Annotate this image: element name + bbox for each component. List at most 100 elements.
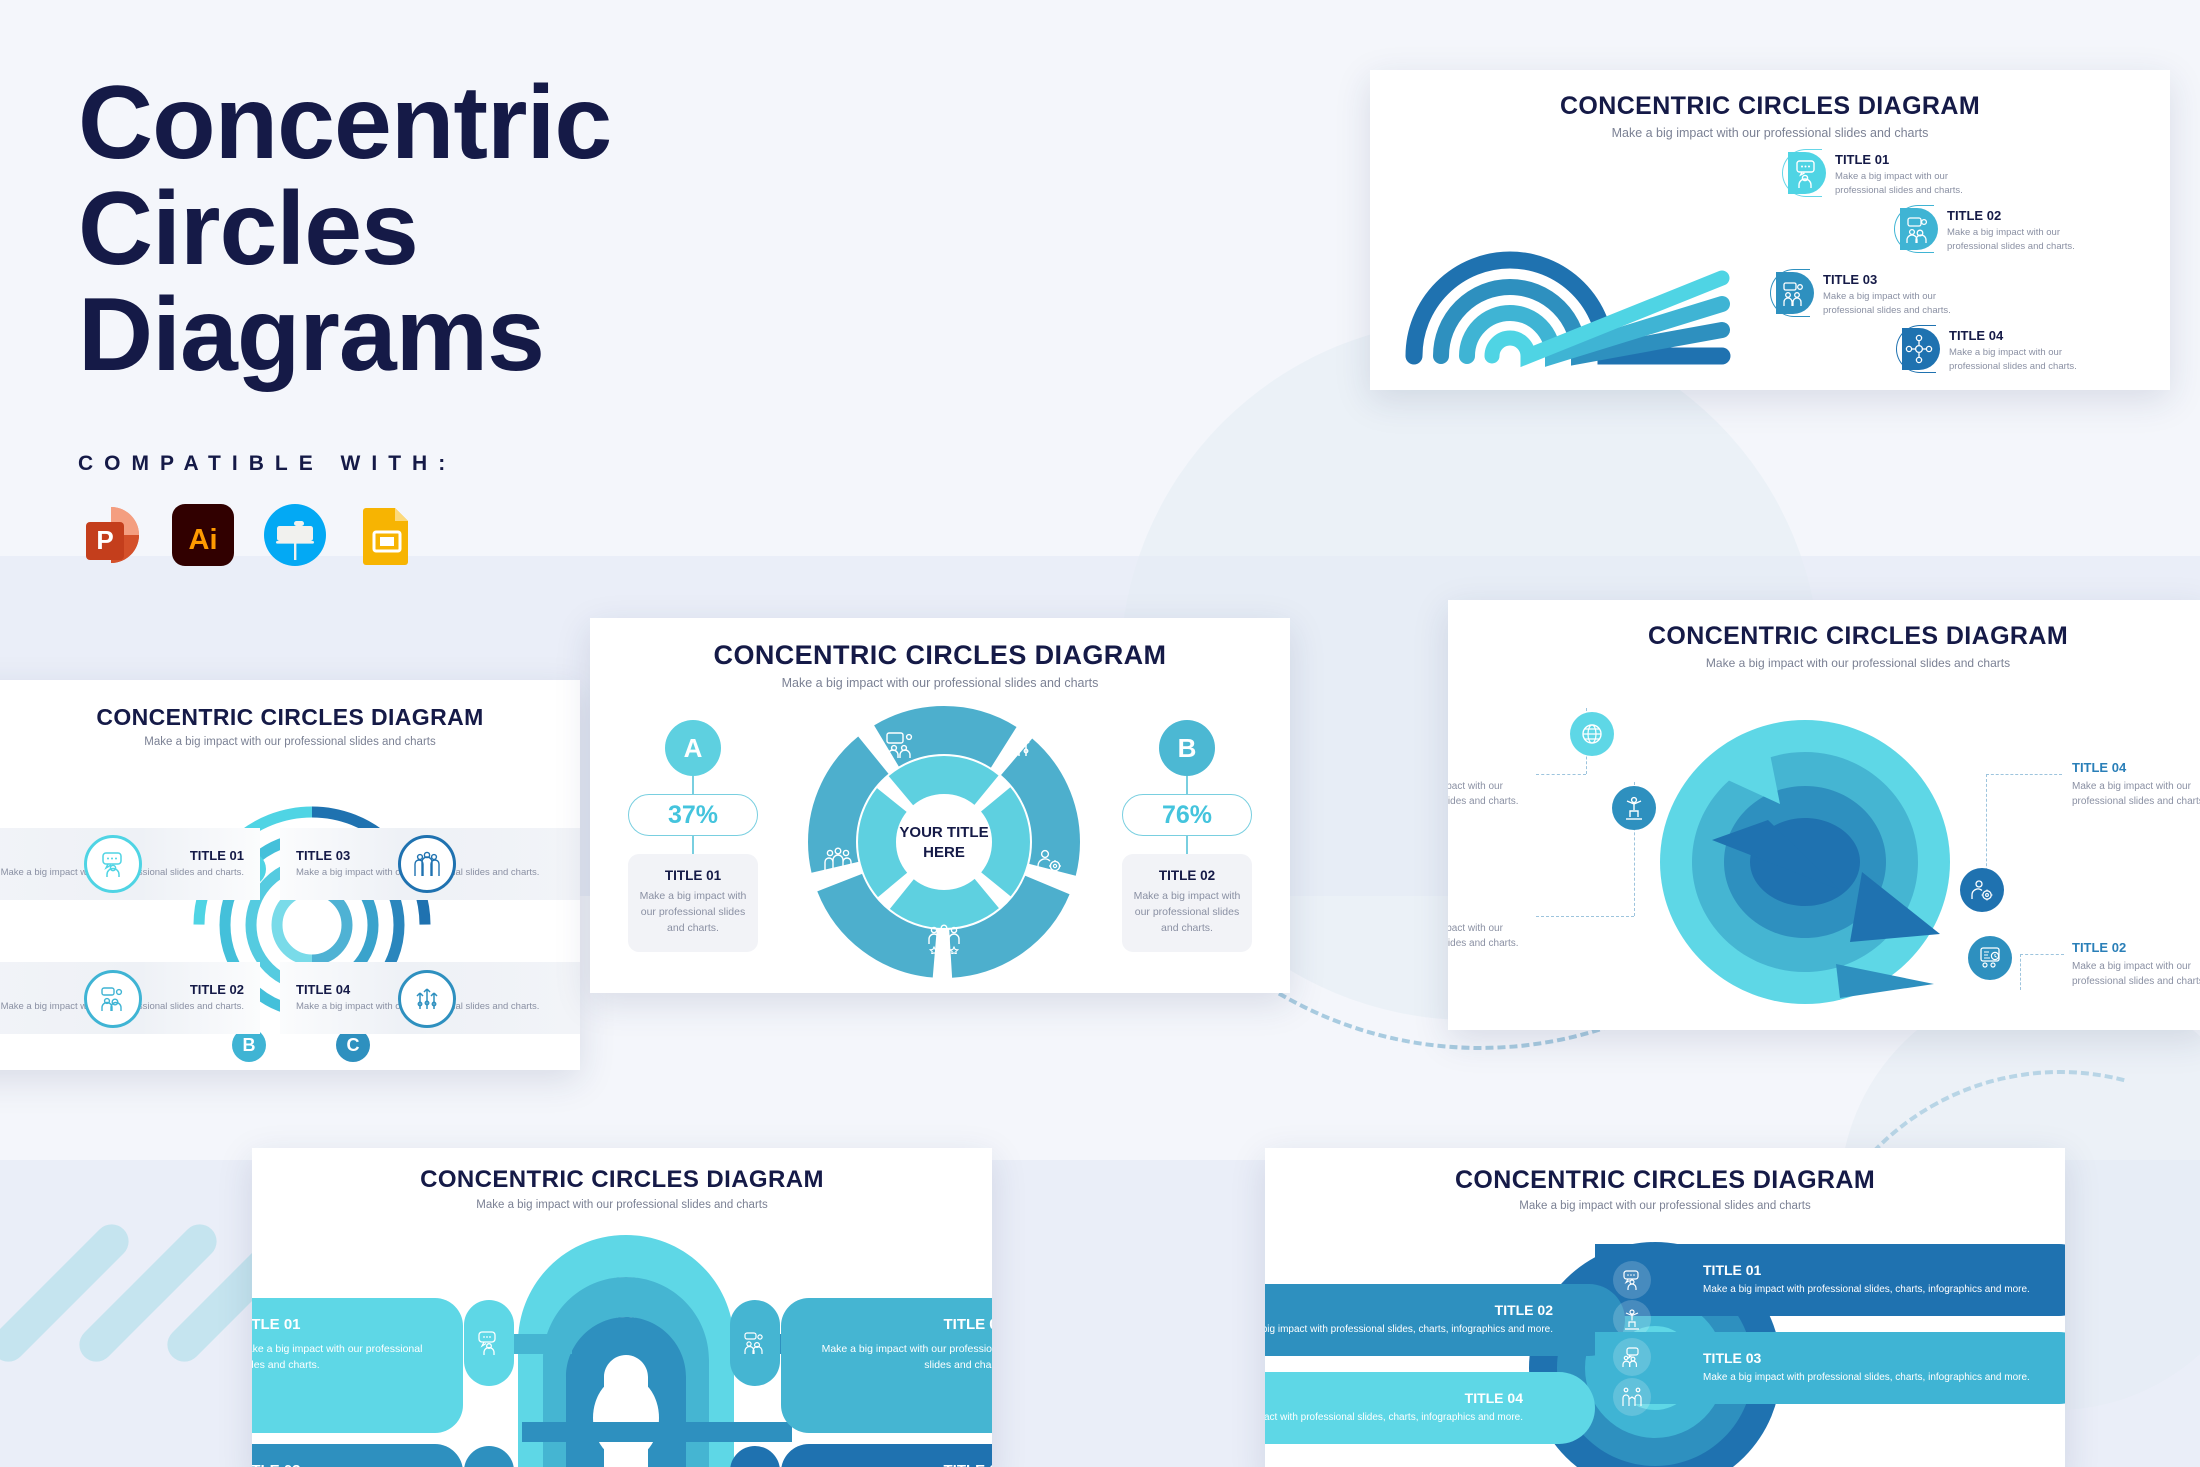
slide3-right-connector-bottom (1186, 836, 1188, 854)
slide6-item-4-body: Make a big impact with professional slid… (1265, 1412, 1523, 1424)
slide3-left-badge-letter: A (683, 732, 703, 763)
slide1-concentric-graphic (1400, 148, 1740, 370)
slide2-letter-b-text: B (242, 1034, 256, 1055)
meeting-chat-icon (1894, 205, 1938, 253)
slide4-dash-right-2 (2020, 954, 2021, 990)
slide3-left-connector-top (692, 776, 694, 794)
keynote-icon[interactable] (262, 502, 328, 568)
powerpoint-icon[interactable]: P (78, 502, 144, 568)
slide3-right-card[interactable]: TITLE 02 Make a big impact with our prof… (1122, 854, 1252, 953)
slide-card-2[interactable]: CONCENTRIC CIRCLES DIAGRAM Make a big im… (0, 680, 580, 1070)
slide-card-5[interactable]: CONCENTRIC CIRCLES DIAGRAM Make a big im… (252, 1148, 992, 1467)
slide4-item-4[interactable]: TITLE 04 Make a big impact with our prof… (2072, 760, 2200, 809)
slide6-title: CONCENTRIC CIRCLES DIAGRAM (1454, 1166, 1876, 1194)
slide1-item-1-body: Make a big impact with our professional … (1835, 171, 1963, 196)
handshake-icon (1613, 1378, 1651, 1416)
slide-card-1[interactable]: CONCENTRIC CIRCLES DIAGRAM Make a big im… (1370, 70, 2170, 390)
slide5-item-2-title: TITLE 02 (943, 1316, 992, 1333)
slide4-item-2[interactable]: TITLE 02 Make a big impact with our prof… (2072, 940, 2200, 989)
slide1-item-2-body: Make a big impact with our professional … (1947, 227, 2075, 252)
slide3-center-line1: YOUR TITLE (899, 824, 989, 841)
slide6-subtitle: Make a big impact with our professional … (1519, 1200, 1811, 1212)
slide1-item-3[interactable]: TITLE 03 Make a big impact with our prof… (1770, 269, 1976, 318)
globe-icon (1570, 712, 1614, 756)
slide5-item-3[interactable]: TITLE 03 Make a big impact with our prof… (252, 1444, 463, 1467)
slide4-item-2-body: Make a big impact with our professional … (2072, 961, 2200, 987)
gear-person-icon (1034, 846, 1064, 876)
slide3-left-card[interactable]: TITLE 01 Make a big impact with our prof… (628, 854, 758, 953)
slide1-item-1[interactable]: TITLE 01 Make a big impact with our prof… (1782, 149, 1988, 198)
slide4-dash-right-2h (2020, 954, 2064, 955)
slide6-item-4-title: TITLE 04 (1464, 1390, 1523, 1407)
template-showcase-canvas: Concentric Circles Diagrams COMPATIBLE W… (0, 0, 2200, 1467)
slide4-item-1-body: Make a big impact with our professional … (1448, 781, 1519, 807)
page-title-line1: Concentric Circles (78, 65, 612, 288)
growth-arrows-icon (1004, 730, 1034, 760)
slide3-left-connector-bottom (692, 836, 694, 854)
slide4-dash-right-1h (1986, 774, 2062, 775)
slide3-left-badge: A (665, 720, 721, 776)
slide5-item-1-body: Make a big impact with our professional … (252, 1343, 423, 1372)
people-group-icon (822, 846, 854, 878)
slide4-item-3-title: TITLE 03 (1448, 902, 1544, 917)
network-nodes-icon (1896, 325, 1940, 373)
slide1-item-2[interactable]: TITLE 02 Make a big impact with our prof… (1894, 205, 2100, 254)
slide1-item-4[interactable]: TITLE 04 Make a big impact with our prof… (1896, 325, 2102, 374)
slide4-item-2-title: TITLE 02 (2072, 940, 2127, 955)
presentation-speaker-icon (1782, 149, 1826, 197)
slide5-item-2-body: Make a big impact with our professional … (821, 1343, 992, 1372)
slide1-item-3-title: TITLE 03 (1823, 272, 1878, 287)
slide1-item-3-body: Make a big impact with our professional … (1823, 291, 1951, 316)
slide1-subtitle: Make a big impact with our professional … (1611, 126, 1929, 140)
slide3-right-column[interactable]: B 76% TITLE 02 Make a big impact with ou… (1122, 720, 1252, 953)
slide5-item-1[interactable]: TITLE 01 Make a big impact with our prof… (252, 1298, 463, 1433)
slide2-subtitle: Make a big impact with our professional … (144, 736, 436, 748)
slide3-subtitle: Make a big impact with our professional … (781, 676, 1099, 690)
slide3-title: CONCENTRIC CIRCLES DIAGRAM (713, 640, 1167, 670)
compatible-app-icons: P Ai (78, 502, 958, 568)
slide6-item-3[interactable]: TITLE 03 Make a big impact with professi… (1595, 1332, 2065, 1404)
slide3-right-percent: 76% (1122, 794, 1252, 836)
slide3-left-column[interactable]: A 37% TITLE 01 Make a big impact with ou… (628, 720, 758, 953)
slide5-item-1-title: TITLE 01 (252, 1316, 301, 1333)
slide-card-3[interactable]: CONCENTRIC CIRCLES DIAGRAM Make a big im… (590, 618, 1290, 993)
svg-text:Ai: Ai (189, 524, 218, 556)
success-person-icon (1612, 786, 1656, 830)
compatible-with-label: COMPATIBLE WITH: (78, 452, 457, 476)
growth-arrows-icon (398, 970, 456, 1028)
slide6-item-4[interactable]: TITLE 04 Make a big impact with professi… (1265, 1372, 1595, 1444)
slide5-connector-bar-bottom (522, 1422, 792, 1442)
slide1-item-4-body: Make a big impact with our professional … (1949, 347, 2077, 372)
team-chat-icon (1613, 1338, 1651, 1376)
slide1-item-1-title: TITLE 01 (1835, 152, 1890, 167)
google-slides-icon[interactable] (354, 502, 420, 568)
slide5-item-4[interactable]: TITLE 04 Make a big impact with our prof… (781, 1444, 992, 1467)
slide2-title: CONCENTRIC CIRCLES DIAGRAM (96, 704, 484, 730)
slide3-right-body: Make a big impact with our professional … (1133, 890, 1241, 934)
slide6-item-1[interactable]: TITLE 01 Make a big impact with professi… (1595, 1244, 2065, 1316)
slide5-item-3-title: TITLE 03 (252, 1462, 443, 1467)
slide5-item-2[interactable]: TITLE 02 Make a big impact with our prof… (781, 1298, 992, 1433)
slide6-item-1-title: TITLE 01 (1703, 1262, 1762, 1279)
slide6-item-2[interactable]: TITLE 02 Make a big impact with professi… (1265, 1284, 1625, 1356)
slide3-right-connector-top (1186, 776, 1188, 794)
slide4-dash-left-2h (1536, 916, 1634, 917)
slide6-item-2-title: TITLE 02 (1494, 1302, 1553, 1319)
slide-card-6[interactable]: CONCENTRIC CIRCLES DIAGRAM Make a big im… (1265, 1148, 2065, 1467)
slide-card-4[interactable]: CONCENTRIC CIRCLES DIAGRAM Make a big im… (1448, 600, 2200, 1030)
slide4-nested-blobs (1640, 712, 1970, 1012)
meeting-chat-icon (84, 970, 142, 1028)
slide4-item-3-body: Make a big impact with our professional … (1448, 923, 1519, 949)
slide5-connector-bar-top-left (514, 1334, 572, 1354)
illustrator-icon[interactable]: Ai (170, 502, 236, 568)
speech-bubble-person-icon (464, 1300, 514, 1386)
slide4-item-3[interactable]: TITLE 03 Make a big impact with our prof… (1448, 902, 1544, 951)
team-stars-icon (924, 924, 964, 954)
slide4-title: CONCENTRIC CIRCLES DIAGRAM (1647, 622, 2069, 650)
slide4-item-1[interactable]: TITLE 01 Make a big impact with our prof… (1448, 760, 1544, 809)
slide6-item-2-body: Make a big impact with professional slid… (1265, 1324, 1553, 1336)
slide1-title: CONCENTRIC CIRCLES DIAGRAM (1559, 92, 1981, 120)
slide6-item-3-body: Make a big impact with professional slid… (1703, 1372, 2030, 1384)
slide4-item-4-title: TITLE 04 (2072, 760, 2127, 775)
meeting-chat-icon (730, 1300, 780, 1386)
